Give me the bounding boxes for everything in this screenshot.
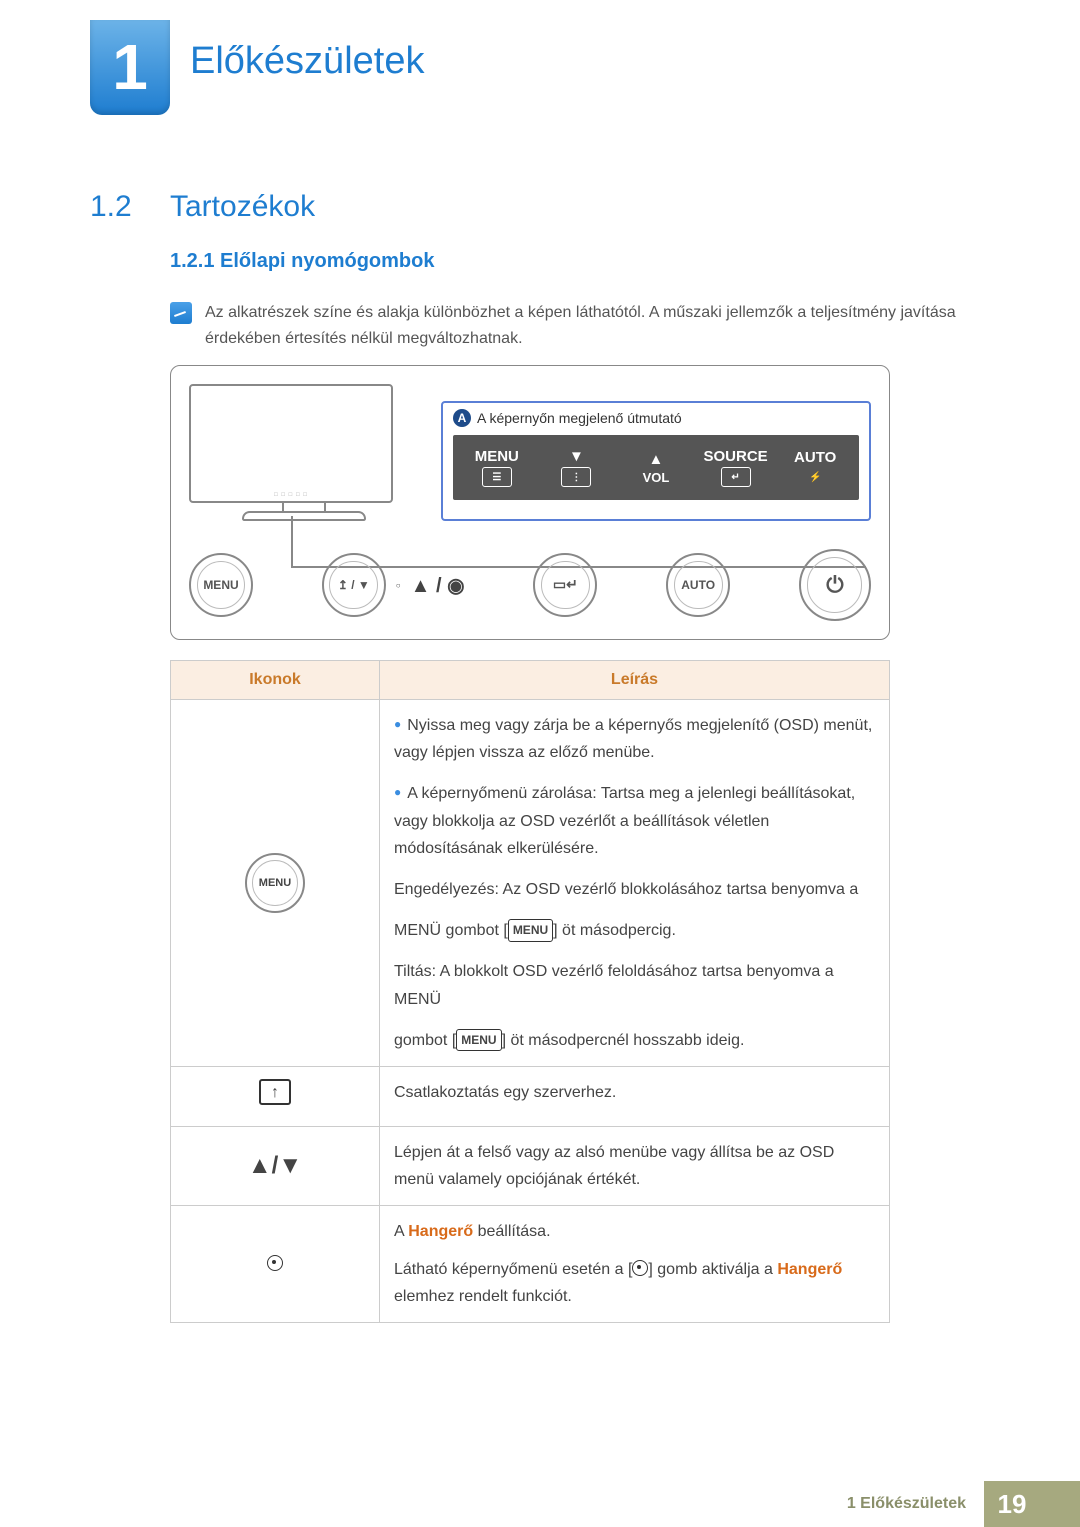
upload-icon bbox=[259, 1079, 291, 1105]
section-title: Tartozékok bbox=[170, 190, 315, 224]
menu-chip: MENU bbox=[508, 919, 553, 941]
note-text: Az alkatrészek színe és alakja különbözh… bbox=[205, 300, 980, 351]
note-icon bbox=[170, 302, 192, 324]
up-down-icon: ▲/▼ bbox=[248, 1152, 302, 1179]
menu-icon: ☰ bbox=[482, 467, 512, 487]
osd-panel-callout: A A képernyőn megjelenő útmutató MENU ☰ … bbox=[441, 401, 871, 521]
osd-strip: MENU ☰ ▼ ⋮ ▲ VOL SOURCE ↵ AUTO ⚡ bbox=[453, 435, 859, 500]
th-desc: Leírás bbox=[380, 661, 890, 700]
power-button[interactable]: ⏻ bbox=[799, 549, 871, 621]
strip-vol-label: VOL bbox=[643, 470, 670, 485]
auto-icon: ⚡ bbox=[801, 468, 829, 486]
chapter-tab: 1 bbox=[90, 20, 170, 115]
monitor-illustration: □ □ □ □ □ bbox=[189, 384, 419, 521]
footer-page-number: 19 bbox=[984, 1481, 1040, 1527]
menu-chip: MENU bbox=[456, 1029, 501, 1051]
table-row: Csatlakoztatás egy szerverhez. bbox=[171, 1066, 890, 1126]
target-icon-inline bbox=[632, 1260, 648, 1276]
th-icons: Ikonok bbox=[171, 661, 380, 700]
table-row: MENU ●Nyissa meg vagy zárja be a képerny… bbox=[171, 700, 890, 1067]
source-button[interactable]: ▭↵ bbox=[533, 553, 597, 617]
nav-desc-cell: Lépjen át a felső vagy az alsó menübe va… bbox=[380, 1127, 890, 1206]
menu-button[interactable]: MENU bbox=[189, 553, 253, 617]
strip-auto-label: AUTO bbox=[794, 449, 836, 466]
strip-down-label: ▼ bbox=[569, 448, 584, 465]
menu-desc-cell: ●Nyissa meg vagy zárja be a képernyős me… bbox=[380, 700, 890, 1067]
strip-source-label: SOURCE bbox=[703, 448, 767, 465]
table-row: ▲/▼ Lépjen át a felső vagy az alsó menüb… bbox=[171, 1127, 890, 1206]
chapter-title: Előkészületek bbox=[190, 40, 424, 83]
section-number: 1.2 bbox=[90, 190, 132, 224]
front-panel-diagram: □ □ □ □ □ A A képernyőn megjelenő útmuta… bbox=[170, 365, 890, 640]
auto-button[interactable]: AUTO bbox=[666, 553, 730, 617]
page-footer: 1 Előkészületek 19 bbox=[0, 1481, 1080, 1527]
table-row: A Hangerő beállítása. Látható képernyőme… bbox=[171, 1206, 890, 1323]
strip-menu-label: MENU bbox=[475, 448, 519, 465]
vol-down-icon: ⋮ bbox=[561, 467, 591, 487]
menu-icon-cell: MENU bbox=[245, 853, 305, 913]
target-icon bbox=[267, 1255, 283, 1271]
strip-up-label: ▲ bbox=[649, 451, 664, 468]
legend-marker: A bbox=[453, 409, 471, 427]
nav-button-cluster[interactable]: ↥ / ▼ ○ ▲ / ◉ bbox=[322, 553, 465, 617]
volume-desc-cell: A Hangerő beállítása. Látható képernyőme… bbox=[380, 1206, 890, 1323]
enter-icon: ↵ bbox=[721, 467, 751, 487]
subsection-title: 1.2.1 Előlapi nyomógombok bbox=[170, 250, 435, 273]
footer-chapter-label: 1 Előkészületek bbox=[829, 1481, 984, 1527]
legend-text: A képernyőn megjelenő útmutató bbox=[477, 410, 682, 426]
button-description-table: Ikonok Leírás MENU ●Nyissa meg vagy zárj… bbox=[170, 660, 890, 1323]
server-desc-cell: Csatlakoztatás egy szerverhez. bbox=[380, 1066, 890, 1126]
